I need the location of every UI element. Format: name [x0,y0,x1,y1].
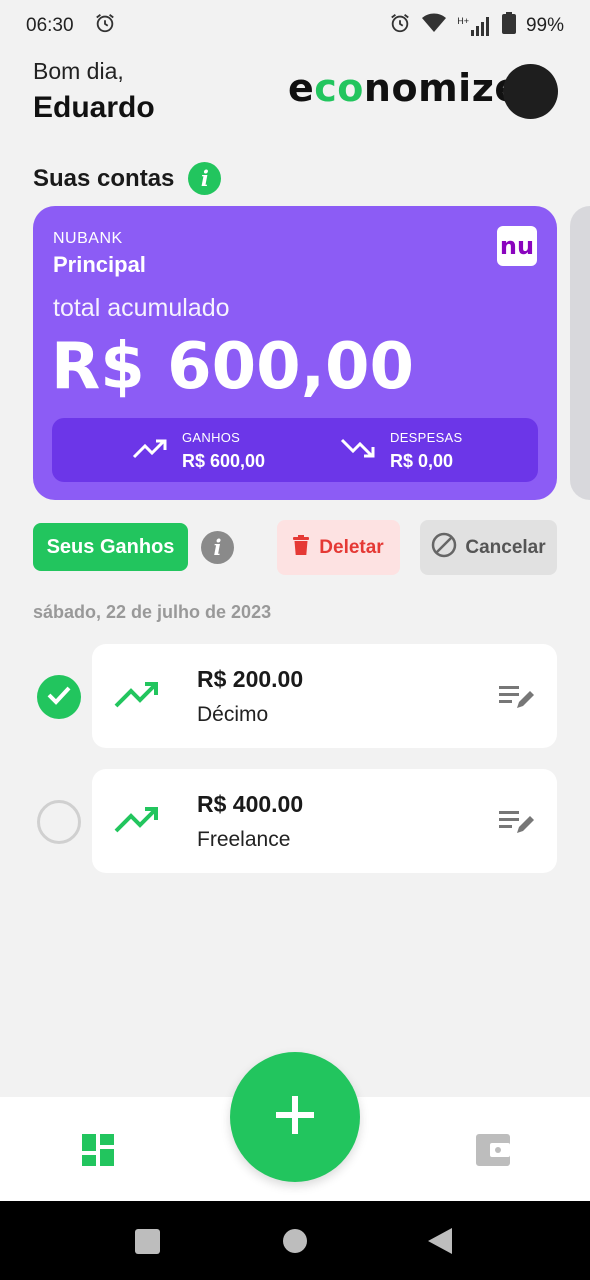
theme-toggle-button[interactable] [503,64,558,119]
trash-icon [293,534,310,561]
accounts-title: Suas contas [33,164,175,192]
dashboard-icon[interactable] [82,1134,114,1171]
income-value: R$ 600,00 [182,451,266,471]
recents-button[interactable] [135,1229,160,1254]
cancel-icon [431,532,457,564]
system-navigation-bar [0,1201,590,1280]
select-checkbox[interactable] [37,675,81,719]
account-summary: GANHOS R$ 600,00 DESPESAS R$ 0,00 [52,418,538,482]
transactions-date: sábado, 22 de julho de 2023 [33,602,272,622]
wifi-icon [421,12,447,40]
bank-name: NUBANK [53,230,123,247]
signal-icon: H+ [457,16,492,36]
edit-list-icon[interactable] [499,809,535,840]
alarm-icon [389,12,411,40]
moon-icon [516,72,546,111]
status-time: 06:30 [26,15,74,36]
accounts-section-header: Suas contas i [33,162,222,195]
total-value: R$ 600,00 [51,330,415,404]
expense-value: R$ 0,00 [390,451,454,471]
add-button[interactable] [230,1052,360,1182]
expense-summary: DESPESAS R$ 0,00 [340,430,462,472]
plus-icon [276,1095,314,1139]
transaction-item[interactable]: R$ 200.00 Décimo [92,644,557,748]
alarm-icon [94,12,116,40]
status-bar: 06:30 H+ 99% [0,0,590,52]
account-name: Principal [53,252,146,277]
user-name: Eduardo [33,91,155,124]
greeting-text: Bom dia, [33,58,124,84]
trend-down-icon [340,436,376,467]
wallet-icon[interactable] [476,1134,510,1171]
delete-button[interactable]: Deletar [277,520,400,575]
transaction-item[interactable]: R$ 400.00 Freelance [92,769,557,873]
cancel-label: Cancelar [465,536,546,558]
cancel-button[interactable]: Cancelar [420,520,557,575]
home-button[interactable] [283,1229,307,1253]
brand-logo: economize [288,66,521,110]
trend-up-icon [132,437,168,466]
nubank-logo: nu [497,226,537,266]
check-icon [47,685,71,710]
trend-up-icon [114,805,160,840]
transaction-description: Décimo [197,703,269,726]
income-summary: GANHOS R$ 600,00 [132,430,265,472]
total-label: total acumulado [53,294,230,322]
greeting: Bom dia, Eduardo [33,58,155,125]
transaction-amount: R$ 400.00 [197,791,304,817]
next-account-card[interactable] [570,206,590,500]
edit-list-icon[interactable] [499,684,535,715]
info-icon[interactable]: i [201,531,234,564]
transaction-description: Freelance [197,828,291,851]
select-checkbox[interactable] [37,800,81,844]
account-card[interactable]: NUBANK Principal nu total acumulado R$ 6… [33,206,557,500]
battery-icon [501,12,516,40]
income-label: GANHOS [182,430,241,445]
back-button[interactable] [428,1228,452,1254]
battery-level: 99% [525,15,564,36]
expense-label: DESPESAS [390,430,463,445]
info-icon[interactable]: i [188,162,222,195]
delete-label: Deletar [319,536,384,558]
earnings-tab-button[interactable]: Seus Ganhos [33,523,188,571]
trend-up-icon [114,680,160,715]
transaction-amount: R$ 200.00 [197,666,304,692]
